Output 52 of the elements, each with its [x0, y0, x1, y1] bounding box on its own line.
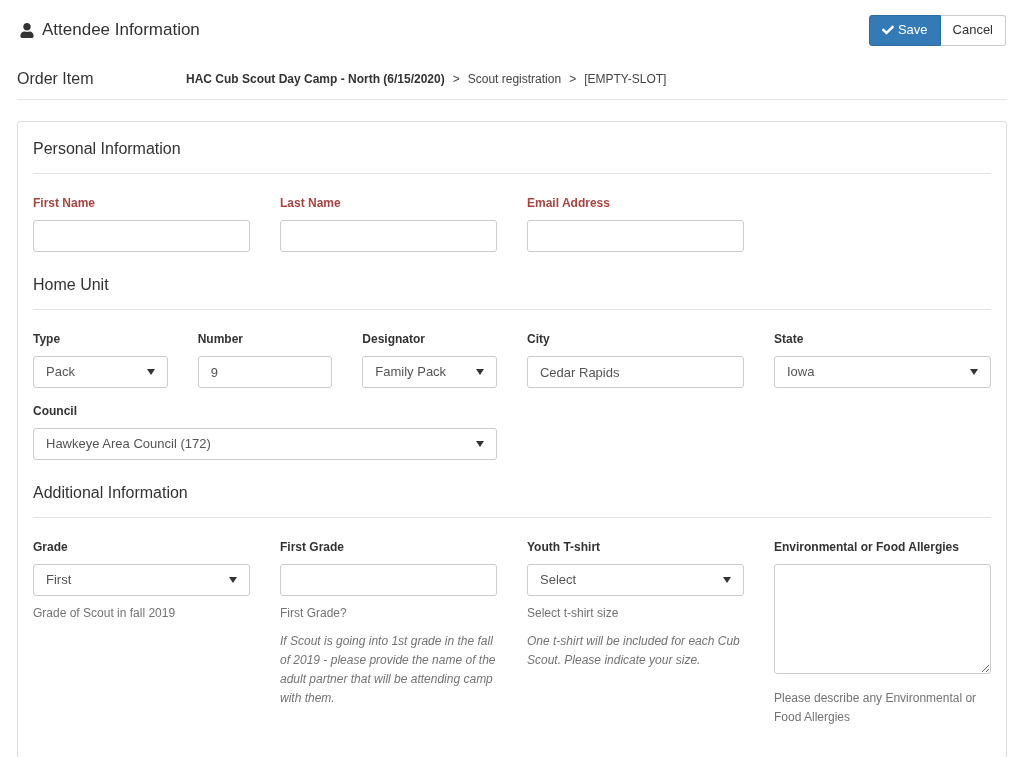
- section-heading: Personal Information: [33, 122, 991, 174]
- breadcrumb-separator: >: [452, 70, 460, 88]
- textarea-field[interactable]: [774, 564, 991, 674]
- page-title: Attendee Information: [42, 19, 200, 42]
- select-field[interactable]: Hawkeye Area Council (172): [33, 428, 497, 460]
- cancel-button[interactable]: Cancel: [940, 14, 1006, 46]
- caret-icon: [476, 369, 484, 375]
- field-label: Youth T-shirt: [527, 539, 602, 556]
- section-heading: Additional Information: [33, 466, 991, 518]
- field-label: Type: [33, 331, 62, 348]
- note-text: If Scout is going into 1st grade in the fall of 2019 - please provide the name of the adult partner that will be attending camp with them.: [280, 633, 497, 707]
- field-label: City: [527, 331, 551, 348]
- field-label: Email Address: [527, 195, 611, 212]
- breadcrumb-item: Scout registration: [467, 70, 562, 88]
- help-text: Select t-shirt size: [527, 605, 620, 622]
- input-field[interactable]: [527, 220, 744, 252]
- caret-icon: [146, 369, 155, 375]
- caret-icon: [970, 369, 978, 375]
- field-label: State: [774, 331, 805, 348]
- select-field[interactable]: Select: [527, 564, 744, 596]
- help-text: Grade of Scout in fall 2019: [33, 605, 177, 622]
- caret-icon: [723, 577, 731, 583]
- caret-icon: [476, 441, 484, 447]
- section-heading: Home Unit: [33, 258, 991, 310]
- breadcrumb-item: [EMPTY-SLOT]: [584, 70, 667, 88]
- field-label: Council: [33, 403, 78, 420]
- input-field[interactable]: [280, 564, 497, 596]
- help-text: Please describe any Environmental or Food Allergies: [774, 690, 978, 726]
- input-field[interactable]: Cedar Rapids: [527, 356, 744, 388]
- field-label: First Name: [33, 195, 97, 212]
- order-item-label: Order Item: [17, 68, 95, 89]
- help-text: First Grade?: [280, 605, 348, 622]
- field-label: Designator: [362, 331, 426, 348]
- input-field[interactable]: 9: [197, 356, 333, 388]
- field-label: Number: [197, 331, 244, 348]
- input-field[interactable]: [280, 220, 497, 252]
- select-field[interactable]: First: [33, 564, 250, 596]
- select-field[interactable]: Iowa: [774, 356, 991, 388]
- select-field[interactable]: Pack: [33, 356, 168, 388]
- user-icon: [20, 22, 34, 38]
- field-label: Environmental or Food Allergies: [774, 539, 960, 556]
- breadcrumb-separator: >: [569, 70, 577, 88]
- field-label: Last Name: [280, 195, 342, 212]
- field-label: First Grade: [280, 539, 346, 556]
- select-field[interactable]: Family Pack: [362, 356, 497, 388]
- save-button[interactable]: Save: [868, 14, 941, 46]
- field-label: Grade: [33, 539, 69, 556]
- check-icon: [881, 24, 894, 36]
- note-text: One t-shirt will be included for each Cub Scout. Please indicate your size.: [527, 633, 741, 669]
- input-field[interactable]: [33, 220, 250, 252]
- caret-icon: [229, 577, 237, 583]
- breadcrumb-item: HAC Cub Scout Day Camp - North (6/15/2020): [186, 70, 445, 88]
